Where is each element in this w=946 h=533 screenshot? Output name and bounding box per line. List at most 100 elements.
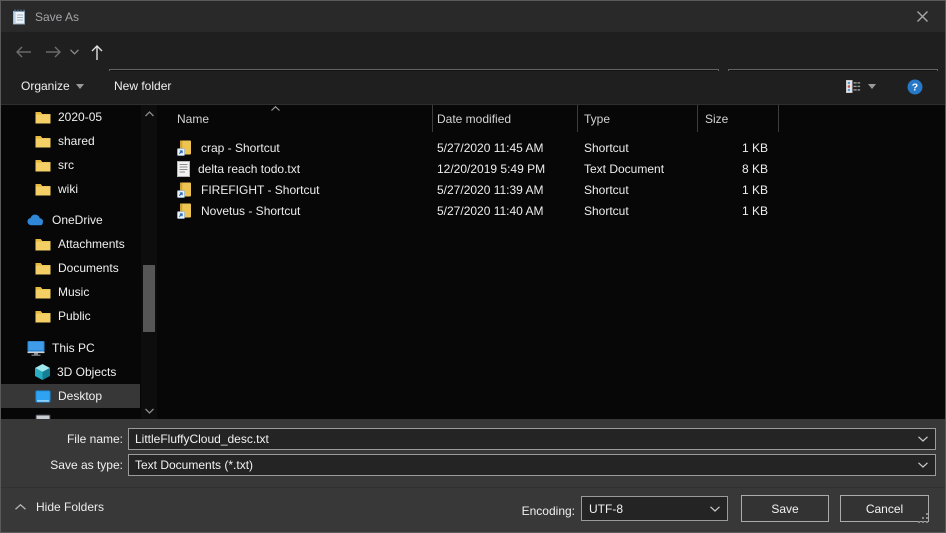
encoding-label: Encoding: <box>463 504 575 518</box>
scroll-down-icon[interactable] <box>145 408 154 414</box>
chevron-down-icon[interactable] <box>918 436 928 442</box>
sidebar-item-wiki[interactable]: wiki <box>1 177 140 201</box>
column-header-name[interactable]: Name <box>177 112 209 126</box>
file-date: 5/27/2020 11:40 AM <box>437 200 544 221</box>
file-name-combobox[interactable] <box>128 428 936 450</box>
window-title: Save As <box>35 10 79 24</box>
command-bar: Organize New folder ? <box>1 71 945 104</box>
column-divider[interactable] <box>577 105 578 132</box>
sidebar-item-public[interactable]: Public <box>1 304 140 328</box>
file-row-delta-reach-todo[interactable]: delta reach todo.txt 12/20/2019 5:49 PM … <box>161 158 945 179</box>
chevron-down-icon[interactable] <box>710 506 720 512</box>
sidebar-item-label: 3D Objects <box>57 365 116 379</box>
cancel-button[interactable]: Cancel <box>840 495 929 522</box>
folder-icon <box>35 286 51 299</box>
onedrive-cloud-icon <box>27 214 45 226</box>
hide-folders-label: Hide Folders <box>36 500 104 514</box>
forward-arrow-icon <box>45 46 62 58</box>
file-date: 5/27/2020 11:45 AM <box>437 137 544 158</box>
file-name-input[interactable] <box>129 429 918 449</box>
file-type: Shortcut <box>584 137 629 158</box>
back-button[interactable] <box>11 41 35 63</box>
sidebar-item-attachments[interactable]: Attachments <box>1 232 140 256</box>
sidebar-item-shared[interactable]: shared <box>1 129 140 153</box>
up-button[interactable] <box>85 41 109 63</box>
file-name-label: File name: <box>1 432 123 446</box>
sidebar-scrollbar[interactable] <box>141 105 157 419</box>
3d-cube-icon <box>35 364 50 380</box>
file-name: FIREFIGHT - Shortcut <box>201 183 319 197</box>
forward-button[interactable] <box>41 41 65 63</box>
file-type: Shortcut <box>584 200 629 221</box>
column-header-date-modified[interactable]: Date modified <box>437 112 511 126</box>
column-divider[interactable] <box>778 105 779 132</box>
file-row-firefight-shortcut[interactable]: FIREFIGHT - Shortcut 5/27/2020 11:39 AM … <box>161 179 945 200</box>
sidebar-item-onedrive[interactable]: OneDrive <box>1 208 140 232</box>
chevron-down-icon <box>868 84 876 89</box>
change-view-button[interactable] <box>846 80 876 93</box>
sidebar-item-this-pc[interactable]: This PC <box>1 336 140 360</box>
file-row-crap-shortcut[interactable]: crap - Shortcut 5/27/2020 11:45 AM Short… <box>161 137 945 158</box>
resize-grip[interactable] <box>918 513 929 524</box>
organize-button[interactable]: Organize <box>21 79 84 93</box>
details-view-icon <box>846 80 861 93</box>
folder-icon <box>35 310 51 323</box>
desktop-monitor-icon <box>35 390 51 403</box>
file-size: 1 KB <box>661 200 768 221</box>
sidebar-item-label: wiki <box>58 182 78 196</box>
sidebar-item-label: Attachments <box>58 237 125 251</box>
sidebar-item-label: Public <box>58 309 91 323</box>
sidebar-item-2020-05[interactable]: 2020-05 <box>1 105 140 129</box>
file-browser: 2020-05 shared src wiki OneDrive Attachm… <box>1 104 945 419</box>
file-name: crap - Shortcut <box>201 141 280 155</box>
shortcut-icon <box>177 182 193 198</box>
file-row-novetus-shortcut[interactable]: Novetus - Shortcut 5/27/2020 11:40 AM Sh… <box>161 200 945 221</box>
shortcut-icon <box>177 203 193 219</box>
text-document-icon <box>177 161 190 177</box>
sort-ascending-icon <box>271 106 280 111</box>
chevron-down-icon[interactable] <box>918 462 928 468</box>
sidebar-item-music[interactable]: Music <box>1 280 140 304</box>
sidebar-item-src[interactable]: src <box>1 153 140 177</box>
save-as-dialog: Save As › This PC › Desktop <box>0 0 946 533</box>
save-button-label: Save <box>771 502 798 516</box>
file-name: delta reach todo.txt <box>198 162 300 176</box>
scroll-up-icon[interactable] <box>145 111 154 117</box>
save-as-type-value[interactable] <box>129 455 918 475</box>
save-as-type-combobox[interactable] <box>128 454 936 476</box>
sidebar-item-label: Documents <box>58 261 119 275</box>
column-header-size[interactable]: Size <box>705 112 728 126</box>
chevron-up-icon <box>15 504 26 510</box>
sidebar-item-label: Music <box>58 285 89 299</box>
sidebar-item-label: Desktop <box>58 389 102 403</box>
recent-locations-button[interactable] <box>67 41 81 63</box>
titlebar[interactable]: Save As <box>1 1 945 32</box>
column-divider[interactable] <box>432 105 433 132</box>
sidebar-item-documents[interactable]: Documents <box>1 256 140 280</box>
cancel-button-label: Cancel <box>866 502 903 516</box>
column-divider[interactable] <box>697 105 698 132</box>
new-folder-button[interactable]: New folder <box>114 79 171 93</box>
help-icon: ? <box>907 79 923 95</box>
file-size: 8 KB <box>661 158 768 179</box>
folder-icon <box>35 238 51 251</box>
help-button[interactable]: ? <box>907 79 923 98</box>
sidebar-item-desktop[interactable]: Desktop <box>1 384 140 408</box>
hide-folders-button[interactable]: Hide Folders <box>15 500 104 514</box>
scrollbar-thumb[interactable] <box>143 265 155 332</box>
column-header-type[interactable]: Type <box>584 112 610 126</box>
notepad-icon <box>11 9 27 25</box>
back-arrow-icon <box>15 46 32 58</box>
sidebar-item-partial[interactable] <box>1 408 140 419</box>
folder-icon <box>35 159 51 172</box>
encoding-combobox[interactable]: UTF-8 <box>581 496 728 521</box>
organize-label: Organize <box>21 79 70 93</box>
sidebar-item-3d-objects[interactable]: 3D Objects <box>1 360 140 384</box>
encoding-value: UTF-8 <box>582 502 710 516</box>
folder-icon <box>35 262 51 275</box>
sidebar-item-label: shared <box>58 134 95 148</box>
save-button[interactable]: Save <box>741 495 829 522</box>
folder-icon <box>35 111 51 124</box>
up-arrow-icon <box>91 44 103 61</box>
close-button[interactable] <box>900 1 945 32</box>
